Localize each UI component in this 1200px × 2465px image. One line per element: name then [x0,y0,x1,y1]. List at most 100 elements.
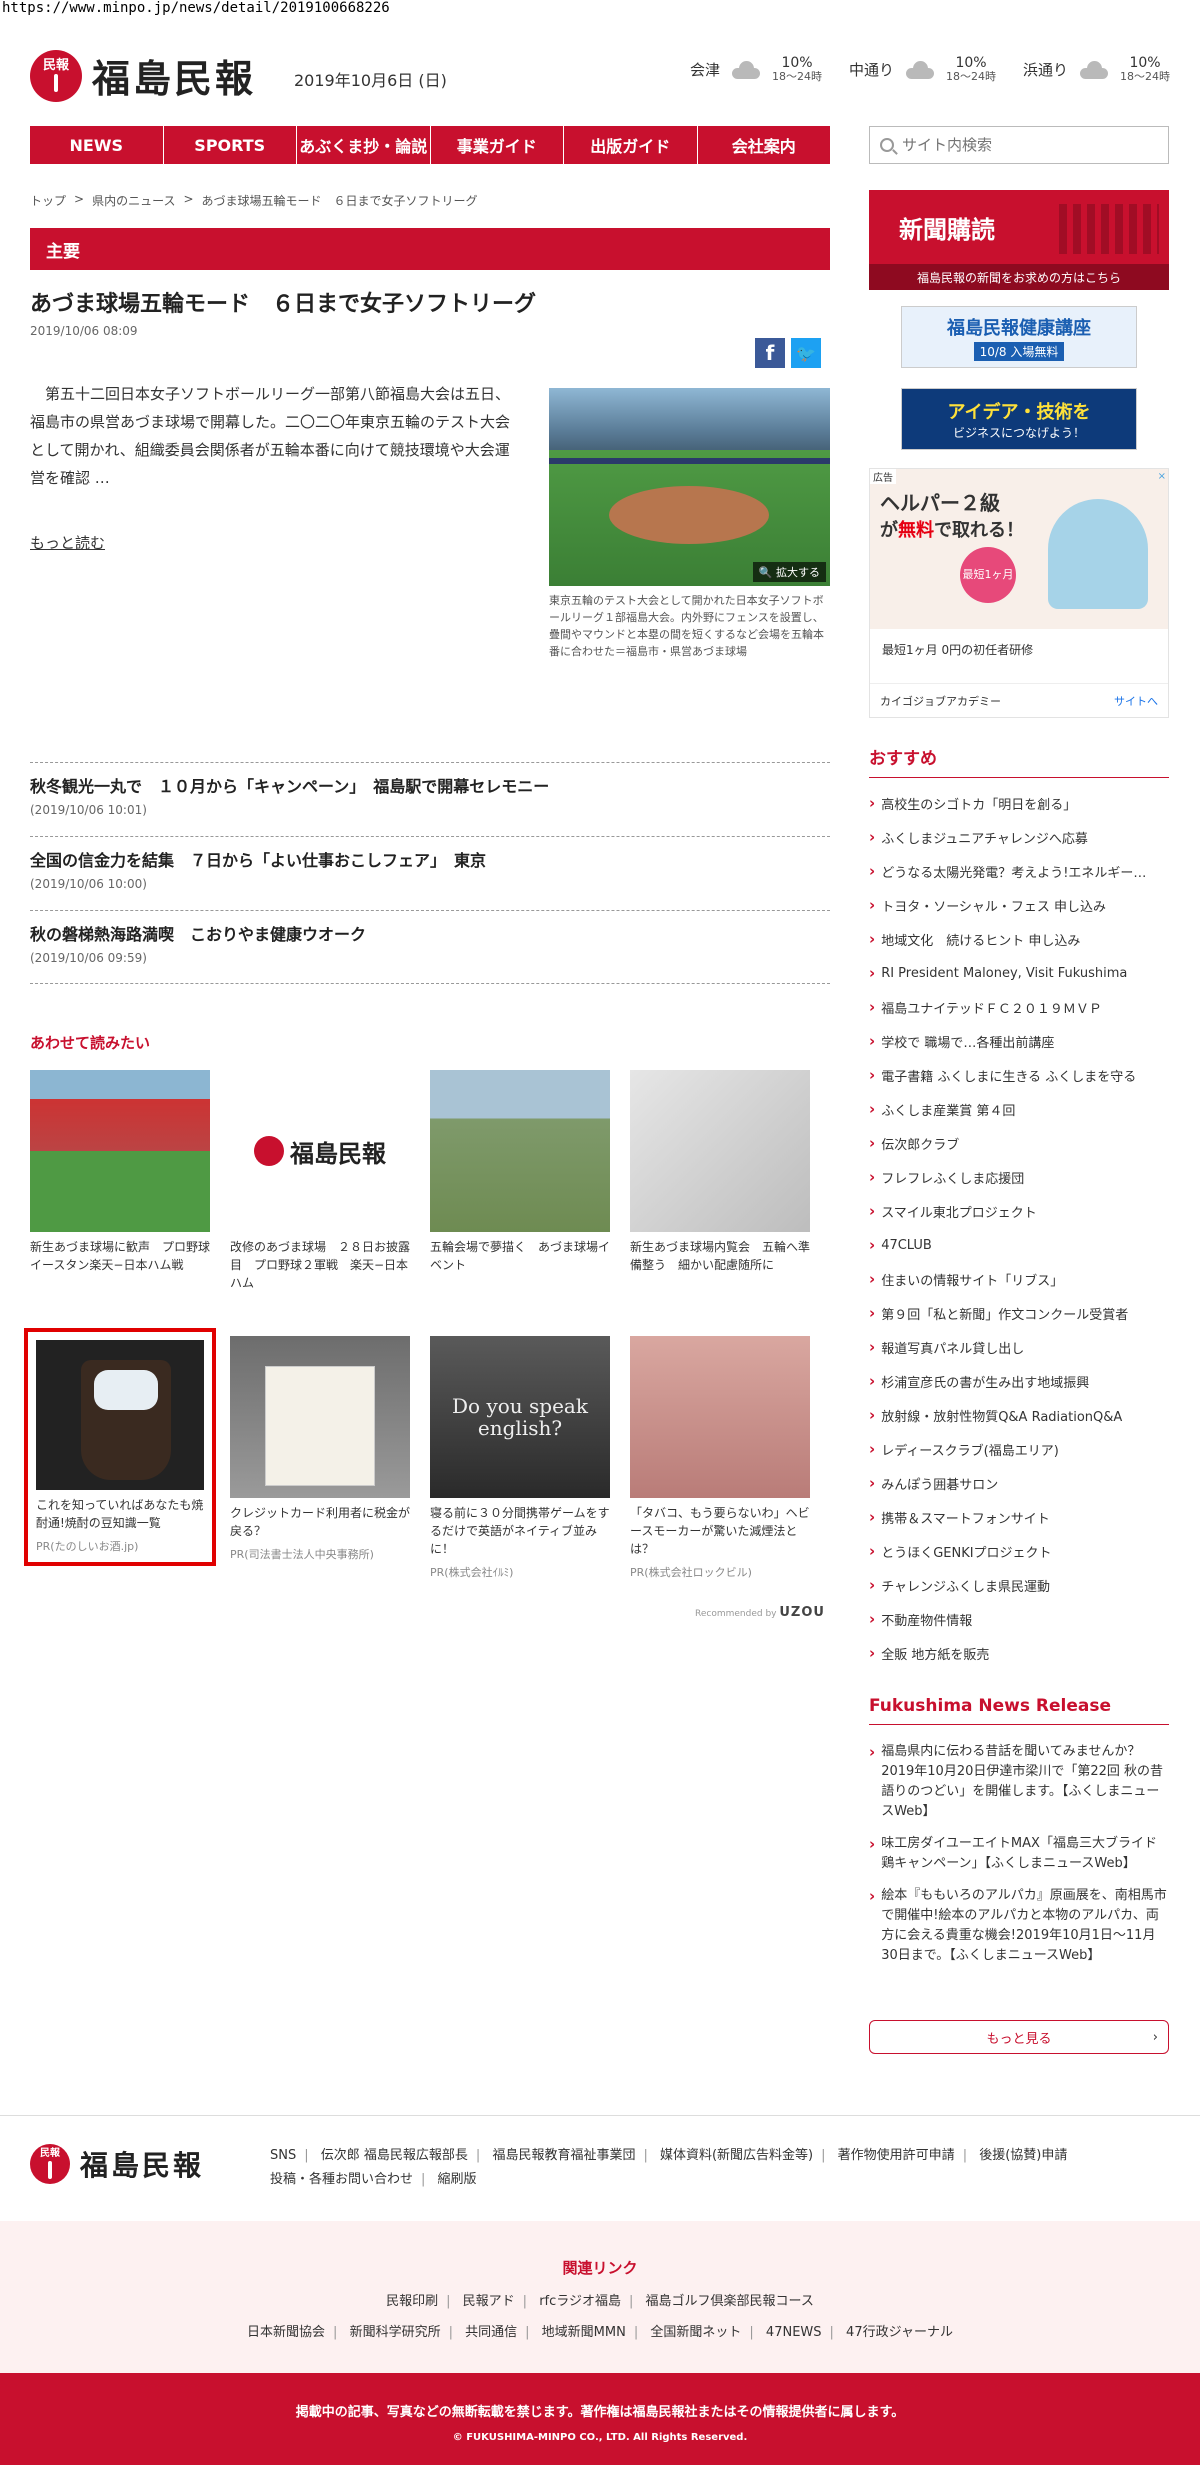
related-card[interactable]: 五輪会場で夢描く あづま球場イベント [430,1070,610,1274]
footer-link-media-kit[interactable]: 媒体資料(新聞広告料金等) [660,2148,813,2163]
related-card[interactable]: 新生あづま球場に歓声 プロ野球イースタン楽天−日本ハム戦 [30,1070,210,1274]
related-link[interactable]: 民報アド [463,2294,515,2309]
close-icon[interactable]: × [1158,471,1166,482]
zoom-button[interactable]: 🔍 拡大する [752,562,826,582]
related-link[interactable]: 47NEWS [766,2325,822,2340]
news-release-item[interactable]: 絵本『ももいろのアルパカ』原画展を、南相馬市で開催中!絵本のアルパカと本物のアル… [869,1886,1169,1966]
osusume-item[interactable]: みんぽう囲碁サロン [869,1466,1169,1500]
osusume-item[interactable]: 伝次郎クラブ [869,1126,1169,1160]
osusume-item[interactable]: 住まいの情報サイト「リブス」 [869,1262,1169,1296]
passbook-icon [265,1366,375,1486]
related-link[interactable]: 共同通信 [465,2325,517,2340]
twitter-icon[interactable]: 🐦 [791,338,821,368]
news-title[interactable]: 秋の磐梯熱海路満喫 こおりやま健康ウオーク [30,921,830,945]
osusume-item[interactable]: 不動産物件情報 [869,1602,1169,1636]
osusume-item[interactable]: 電子書籍 ふくしまに生きる ふくしまを守る [869,1058,1169,1092]
news-item[interactable]: 秋冬観光一丸で １０月から「キャンペーン」 福島駅で開幕セレモニー (2019/… [30,762,830,836]
osusume-item[interactable]: 第９回「私と新聞」作文コンクール受賞者 [869,1296,1169,1330]
osusume-list: 高校生のシゴトカ「明日を創る」 ふくしまジュニアチャレンジへ応募 どうなる太陽光… [869,786,1169,1670]
news-date: (2019/10/06 10:00) [30,877,147,891]
ad-site-link[interactable]: サイトへ [1114,693,1158,709]
footer-link-sns[interactable]: SNS [270,2148,296,2163]
osusume-item[interactable]: 高校生のシゴトカ「明日を創る」 [869,786,1169,820]
osusume-item[interactable]: トヨタ・ソーシャル・フェス 申し込み [869,888,1169,922]
related-link[interactable]: 47行政ジャーナル [846,2325,953,2340]
osusume-item[interactable]: 学校で 職場で…各種出前講座 [869,1024,1169,1058]
weather-time: 18〜24時 [1120,70,1170,84]
related-card[interactable]: 福島民報 改修のあづま球場 ２８日お披露目 プロ野球２軍戦 楽天−日本ハム [230,1070,410,1292]
osusume-item[interactable]: 携帯＆スマートフォンサイト [869,1500,1169,1534]
related-link[interactable]: 新聞科学研究所 [350,2325,441,2340]
osusume-item[interactable]: 報道写真パネル貸し出し [869,1330,1169,1364]
banner-subtitle: ビジネスにつなげよう！ [952,425,1085,440]
news-item[interactable]: 全国の信金力を結集 ７日から「よい仕事おこしフェア」 東京 (2019/10/0… [30,836,830,910]
separator: | [633,2325,639,2340]
nav-item-business-guide[interactable]: 事業ガイド [431,126,564,164]
idea-technology-banner[interactable]: アイデア・技術を ビジネスにつなげよう！ [901,388,1137,450]
footer-link-sponsorship[interactable]: 後援(協賛)申請 [979,2148,1067,2163]
news-release-item[interactable]: 味工房ダイユーエイトMAX「福島三大ブライド鶏キャンペーン」【ふくしまニュースW… [869,1834,1169,1874]
osusume-item[interactable]: RI President Maloney, Visit Fukushima [869,956,1169,990]
site-header: 民報 福島民報 2019年10月6日 (日) 会津 10% 18〜24時 中通り … [30,48,1170,104]
news-title[interactable]: 全国の信金力を結集 ７日から「よい仕事おこしフェア」 東京 [30,847,830,871]
osusume-item[interactable]: レディースクラブ(福島エリア) [869,1432,1169,1466]
related-card[interactable]: 新生あづま球場内覧会 五輪へ準備整う 細かい配慮随所に [630,1070,810,1274]
news-item[interactable]: 秋の磐梯熱海路満喫 こおりやま健康ウオーク (2019/10/06 09:59) [30,910,830,984]
osusume-item[interactable]: どうなる太陽光発電？考えよう!エネルギー… [869,854,1169,888]
site-search[interactable] [869,126,1169,164]
footer-link-foundation[interactable]: 福島民報教育福祉事業団 [492,2148,635,2163]
health-lecture-banner[interactable]: 福島民報健康講座 10/8 入場無料 [901,306,1137,368]
osusume-item[interactable]: ふくしま産業賞 第４回 [869,1092,1169,1126]
news-release-item[interactable]: 福島県内に伝わる昔話を聞いてみませんか？2019年10月20日伊達市梁川で「第2… [869,1742,1169,1822]
weather-percent-value: 10% [955,55,987,71]
article-photo[interactable]: 🔍 拡大する [549,388,830,586]
footer-link-copyright-request[interactable]: 著作物使用許可申請 [838,2148,955,2163]
related-link[interactable]: 日本新聞協会 [247,2325,325,2340]
facebook-icon[interactable]: f [755,338,785,368]
nav-item-news[interactable]: NEWS [30,126,164,164]
news-title[interactable]: 秋冬観光一丸で １０月から「キャンペーン」 福島駅で開幕セレモニー [30,773,830,797]
related-link[interactable]: 全国新聞ネット [650,2325,741,2340]
recommended-by[interactable]: Recommended by UZOU [695,1605,825,1620]
related-link[interactable]: 民報印刷 [386,2294,438,2309]
sponsored-card[interactable]: Do you speak english? 寝る前に３０分間携帯ゲームをするだけ… [430,1336,610,1580]
nav-item-sports[interactable]: SPORTS [164,126,297,164]
breadcrumb-prefecture-news[interactable]: 県内のニュース [92,192,175,209]
osusume-item[interactable]: ふくしまジュニアチャレンジへ応募 [869,820,1169,854]
read-more-link[interactable]: もっと読む [30,532,105,553]
osusume-item[interactable]: 47CLUB [869,1228,1169,1262]
footer-link-contact[interactable]: 投稿・各種お問い合わせ [270,2172,413,2187]
sponsored-card[interactable]: クレジットカード利用者に税金が戻る？ PR(司法書士法人中央事務所) [230,1336,410,1562]
search-icon [880,138,894,152]
nav-item-company[interactable]: 会社案内 [698,126,831,164]
related-link[interactable]: rfcラジオ福島 [539,2294,621,2309]
weather-area: 会津 [689,61,720,80]
separator: | [448,2325,453,2340]
osusume-item[interactable]: スマイル東北プロジェクト [869,1194,1169,1228]
osusume-item[interactable]: 放射線・放射性物質Q&A RadiationQ&A [869,1398,1169,1432]
related-link[interactable]: 地域新聞MMN [542,2325,626,2340]
footer-logo[interactable]: 民報 福島民報 [30,2144,204,2184]
more-button[interactable]: もっと見る › [869,2020,1169,2054]
osusume-item[interactable]: とうほくGENKIプロジェクト [869,1534,1169,1568]
sponsored-card[interactable]: 「タバコ、もう要らないわ」ヘビースモーカーが驚いた減煙法とは？ PR(株式会社ロ… [630,1336,810,1580]
osusume-item[interactable]: チャレンジふくしま県民運動 [869,1568,1169,1602]
sponsored-title: 「タバコ、もう要らないわ」ヘビースモーカーが驚いた減煙法とは？ [630,1506,810,1556]
osusume-item[interactable]: 全販 地方紙を販売 [869,1636,1169,1670]
related-link[interactable]: 福島ゴルフ倶楽部民報コース [646,2294,814,2309]
osusume-item[interactable]: 杉浦宣彦氏の書が生み出す地域振興 [869,1364,1169,1398]
news-release-text: 絵本『ももいろのアルパカ』原画展を、南相馬市で開催中!絵本のアルパカと本物のアル… [881,1888,1167,1963]
footer-link-denjiro[interactable]: 伝次郎 福島民報広報部長 [321,2148,468,2163]
search-input[interactable] [902,136,1152,154]
osusume-item[interactable]: 福島ユナイテッドＦＣ２０１９ＭＶＰ [869,990,1169,1024]
sponsored-card-highlighted[interactable]: これを知っていればあなたも焼酎通!焼酎の豆知識一覧 PR(たのしいお酒.jp) [24,1328,216,1566]
nav-item-editorial[interactable]: あぶくま抄・論説 [297,126,431,164]
advertisement[interactable]: 広告 × ヘルパー２級 が無料で取れる！ 最短1ヶ月 最短1ヶ月 0円の初任者研… [869,468,1169,718]
osusume-item[interactable]: 地域文化 続けるヒント 申し込み [869,922,1169,956]
osusume-item[interactable]: フレフレふくしま応援団 [869,1160,1169,1194]
nav-item-publishing-guide[interactable]: 出版ガイド [564,126,698,164]
site-logo[interactable]: 民報 福島民報 [30,48,256,103]
footer-link-archive[interactable]: 縮刷版 [438,2172,477,2187]
subscribe-banner[interactable]: 新聞購読 福島民報の新聞をお求めの方はこちら [869,190,1169,290]
breadcrumb-top[interactable]: トップ [30,192,66,209]
